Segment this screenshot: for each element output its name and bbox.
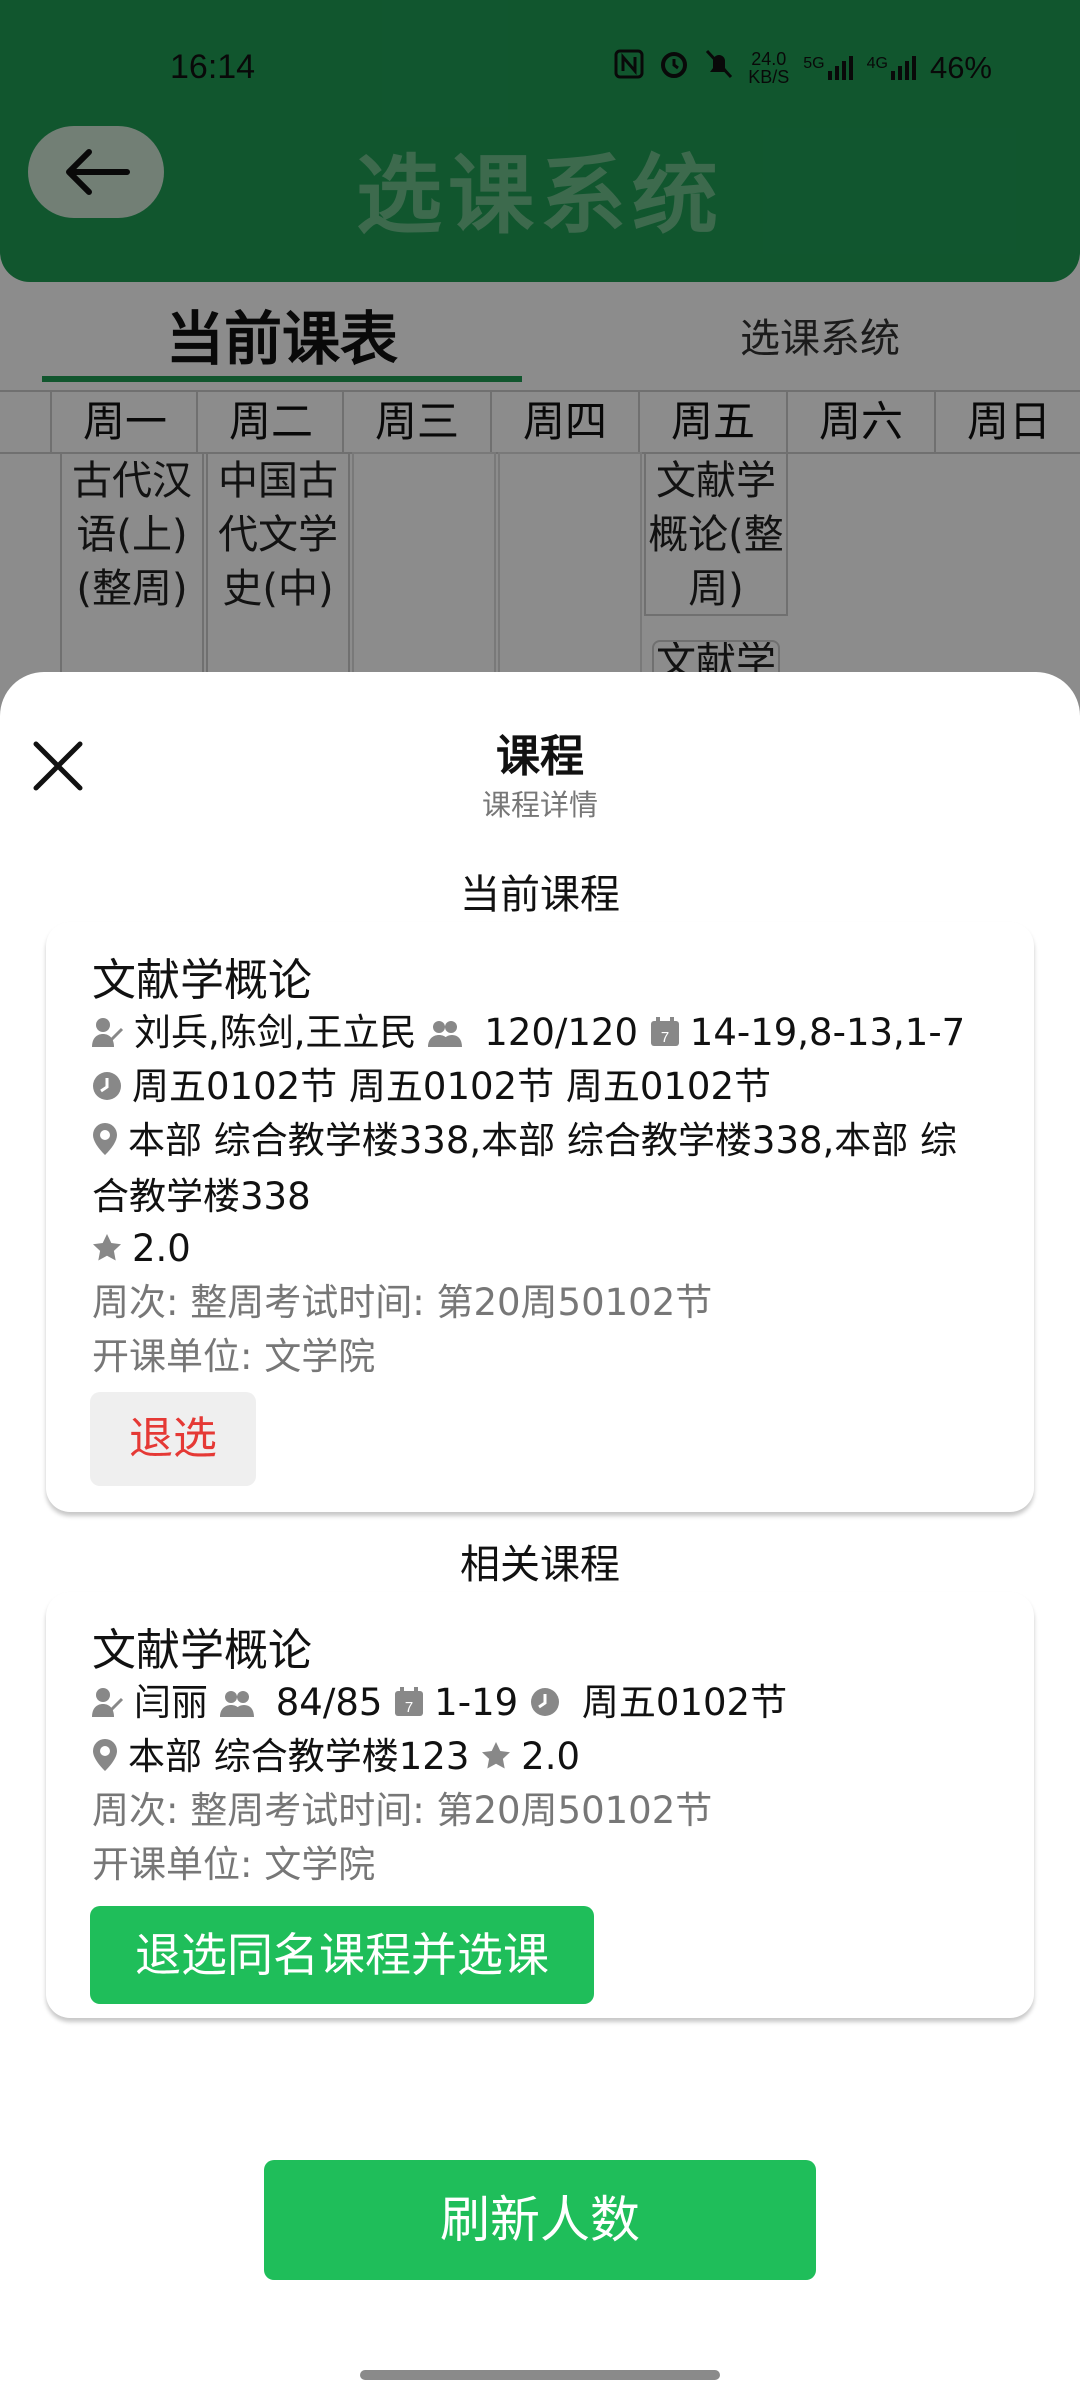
clock-icon — [92, 1062, 122, 1116]
star-icon — [92, 1224, 122, 1278]
related-course-weeks: 1-19 — [434, 1681, 519, 1724]
star-icon — [481, 1732, 511, 1786]
people-icon — [219, 1678, 254, 1732]
calendar-icon: 7 — [394, 1678, 424, 1732]
course-week-info: 周次: 整周考试时间: 第20周50102节 — [92, 1281, 713, 1324]
related-course-time: 周五0102节 — [581, 1681, 788, 1724]
drop-course-button[interactable]: 退选 — [90, 1392, 256, 1486]
related-course-location-row: 本部 综合教学楼123 2.0 — [92, 1730, 994, 1786]
course-credits: 2.0 — [132, 1227, 191, 1270]
home-indicator[interactable] — [360, 2370, 720, 2380]
sheet-title: 课程 — [496, 731, 584, 782]
related-course-credits: 2.0 — [521, 1735, 580, 1778]
course-detail-sheet: 课程 课程详情 当前课程 文献学概论 刘兵,陈剑,王立民 120/120 7 14… — [0, 672, 1080, 2400]
svg-text:7: 7 — [661, 1029, 669, 1046]
current-course-heading: 当前课程 — [460, 872, 620, 918]
people-icon — [428, 1008, 463, 1062]
calendar-icon: 7 — [650, 1008, 680, 1062]
related-course-meta-row: 闫丽 84/85 7 1-19 周五0102节 — [92, 1676, 994, 1732]
course-name: 文献学概论 — [92, 955, 312, 1006]
course-department: 开课单位: 文学院 — [92, 1335, 376, 1378]
sheet-subtitle: 课程详情 — [481, 788, 598, 822]
course-location-row: 本部 综合教学楼338,本部 综合教学楼338,本部 综合教学楼338 — [92, 1114, 994, 1224]
current-course-card: 文献学概论 刘兵,陈剑,王立民 120/120 7 14-19,8-13,1-7 … — [46, 922, 1034, 1512]
course-meta-row: 刘兵,陈剑,王立民 120/120 7 14-19,8-13,1-7 — [92, 1006, 994, 1062]
related-course-name: 文献学概论 — [92, 1625, 312, 1676]
course-time-row: 周五0102节 周五0102节 周五0102节 — [92, 1060, 994, 1116]
location-pin-icon — [92, 1116, 118, 1170]
course-weeks: 14-19,8-13,1-7 — [689, 1011, 966, 1054]
drop-and-select-button[interactable]: 退选同名课程并选课 — [90, 1906, 594, 2004]
teacher-icon — [92, 1008, 124, 1062]
location-pin-icon — [92, 1732, 118, 1786]
course-enrollment: 120/120 — [484, 1011, 639, 1054]
course-credit-row: 2.0 — [92, 1222, 994, 1278]
related-course-department: 开课单位: 文学院 — [92, 1843, 376, 1886]
related-course-teacher: 闫丽 — [134, 1681, 208, 1724]
course-time: 周五0102节 周五0102节 周五0102节 — [132, 1065, 772, 1108]
related-course-location: 本部 综合教学楼123 — [128, 1735, 470, 1778]
course-location: 本部 综合教学楼338,本部 综合教学楼338,本部 综合教学楼338 — [92, 1119, 958, 1218]
course-teachers: 刘兵,陈剑,王立民 — [134, 1011, 417, 1054]
related-course-enrollment: 84/85 — [275, 1681, 383, 1724]
related-course-week-info: 周次: 整周考试时间: 第20周50102节 — [92, 1789, 713, 1832]
related-course-heading: 相关课程 — [460, 1542, 620, 1588]
teacher-icon — [92, 1678, 124, 1732]
svg-text:7: 7 — [405, 1699, 413, 1716]
clock-icon — [530, 1678, 560, 1732]
refresh-count-button[interactable]: 刷新人数 — [264, 2160, 816, 2280]
related-course-card: 文献学概论 闫丽 84/85 7 1-19 周五0102节 本部 综合教学楼123… — [46, 1592, 1034, 2018]
